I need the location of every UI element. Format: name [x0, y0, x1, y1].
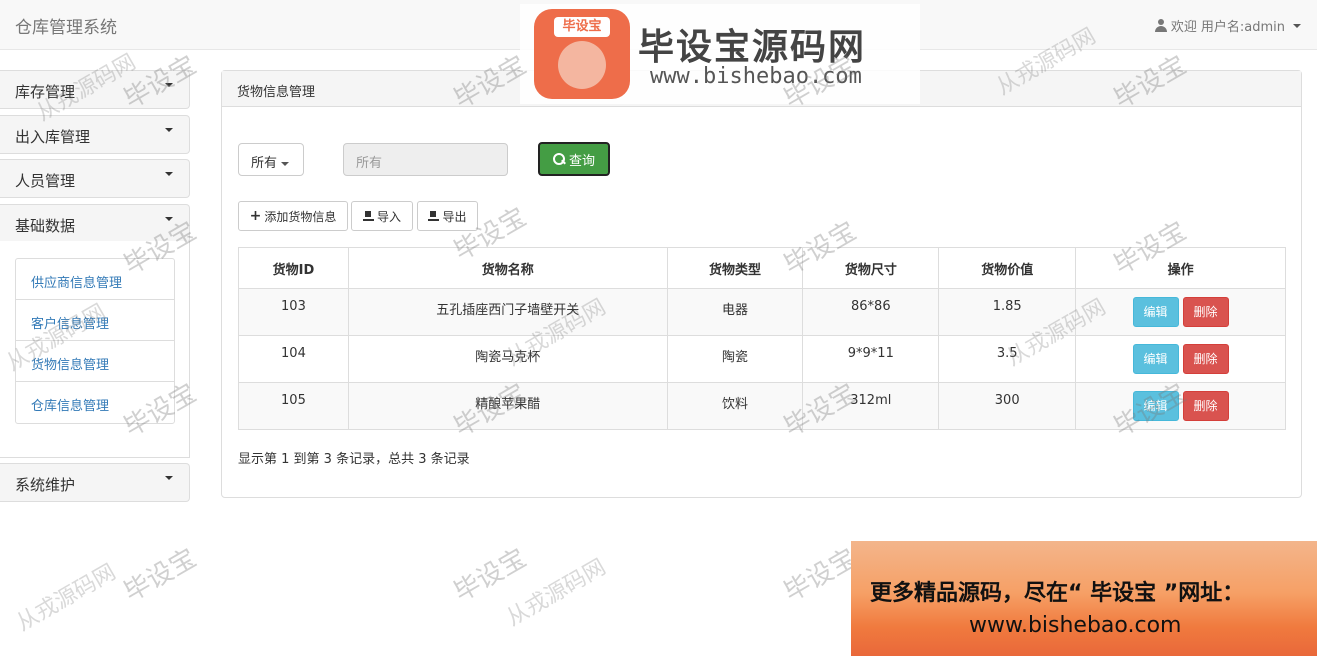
sidebar-submenu-panel: 供应商信息管理 客户信息管理 货物信息管理 仓库信息管理 [0, 241, 190, 458]
table-header-row: 货物ID 货物名称 货物类型 货物尺寸 货物价值 操作 [238, 247, 1286, 289]
cell-value: 3.5 [938, 335, 1077, 383]
sidebar-item-customer[interactable]: 客户信息管理 [16, 300, 174, 341]
cell-actions: 编辑 删除 [1075, 335, 1286, 383]
goods-panel: 货物信息管理 所有 所有 查询 + 添加货物信息 导入 导出 货物ID 货物名称… [221, 70, 1302, 498]
sidebar-group-basic-data[interactable]: 基础数据 [0, 204, 190, 243]
cell-name: 五孔插座西门子墙壁开关 [347, 288, 668, 336]
sidebar-item-supplier[interactable]: 供应商信息管理 [16, 259, 174, 300]
delete-button[interactable]: 删除 [1182, 297, 1229, 327]
sidebar-group-label: 系统维护 [15, 476, 76, 494]
chevron-down-icon [1293, 23, 1301, 28]
cell-id: 103 [238, 288, 349, 336]
sidebar-group-personnel[interactable]: 人员管理 [0, 159, 190, 198]
column-header-size[interactable]: 货物尺寸 [802, 247, 940, 289]
export-button[interactable]: 导出 [417, 201, 478, 231]
cell-value: 300 [938, 382, 1077, 430]
search-icon [552, 153, 565, 165]
cell-actions: 编辑 删除 [1075, 288, 1286, 336]
table-row: 104 陶瓷马克杯 陶瓷 9*9*11 3.5 编辑 删除 [238, 335, 1286, 383]
edit-button[interactable]: 编辑 [1132, 391, 1179, 421]
cell-size: 86*86 [802, 288, 940, 336]
watermark: 毕设宝 [448, 543, 532, 609]
plus-icon: + [249, 208, 262, 224]
cell-id: 104 [238, 335, 349, 383]
cell-type: 陶瓷 [666, 335, 804, 383]
sidebar-submenu-list: 供应商信息管理 客户信息管理 货物信息管理 仓库信息管理 [15, 258, 175, 424]
sidebar-group-system[interactable]: 系统维护 [0, 463, 190, 502]
sidebar-item-warehouse[interactable]: 仓库信息管理 [16, 382, 174, 423]
chevron-down-icon [165, 476, 173, 480]
table-row: 103 五孔插座西门子墙壁开关 电器 86*86 1.85 编辑 删除 [238, 288, 1286, 336]
watermark: 毕设宝 [778, 543, 862, 609]
cell-size: 9*9*11 [802, 335, 940, 383]
chevron-down-icon [281, 161, 290, 166]
cell-actions: 编辑 删除 [1075, 382, 1286, 430]
promo-url[interactable]: www.bishebao.com [969, 613, 1181, 638]
promo-banner: 更多精品源码，尽在“ 毕设宝 ”网址： www.bishebao.com [851, 541, 1317, 656]
chevron-down-icon [165, 83, 173, 87]
query-button[interactable]: 查询 [538, 142, 610, 176]
goods-table: 货物ID 货物名称 货物类型 货物尺寸 货物价值 操作 103 五孔插座西门子墙… [238, 247, 1286, 430]
user-icon [1154, 19, 1167, 32]
cell-id: 105 [238, 382, 349, 430]
sidebar-item-goods[interactable]: 货物信息管理 [16, 341, 174, 382]
cell-name: 精酿苹果醋 [347, 382, 668, 430]
add-goods-label: 添加货物信息 [264, 209, 337, 224]
user-menu[interactable]: 欢迎 用户名:admin [1154, 16, 1301, 35]
filter-dropdown-label: 所有 [251, 156, 278, 171]
add-goods-button[interactable]: + 添加货物信息 [238, 201, 348, 231]
watermark: 毕设宝 [118, 543, 202, 609]
watermark: 从戎源码网 [12, 559, 121, 637]
sidebar-group-inventory[interactable]: 库存管理 [0, 70, 190, 109]
column-header-id[interactable]: 货物ID [238, 247, 349, 289]
watermark: 从戎源码网 [502, 554, 611, 632]
delete-button[interactable]: 删除 [1182, 344, 1229, 374]
column-header-actions: 操作 [1075, 247, 1286, 289]
delete-button[interactable]: 删除 [1182, 391, 1229, 421]
search-input[interactable]: 所有 [343, 143, 508, 176]
edit-button[interactable]: 编辑 [1132, 344, 1179, 374]
promo-text: 更多精品源码，尽在“ 毕设宝 ”网址： [870, 581, 1245, 606]
sidebar-group-label: 库存管理 [15, 83, 76, 101]
cell-value: 1.85 [938, 288, 1077, 336]
table-row: 105 精酿苹果醋 饮料 312ml 300 编辑 删除 [238, 382, 1286, 430]
filter-dropdown[interactable]: 所有 [238, 143, 304, 176]
edit-button[interactable]: 编辑 [1132, 297, 1179, 327]
logo-url: www.bishebao.com [650, 64, 862, 89]
cell-type: 饮料 [666, 382, 804, 430]
import-label: 导入 [376, 209, 401, 224]
export-icon [428, 211, 440, 221]
app-title[interactable]: 仓库管理系统 [15, 13, 117, 38]
column-header-name[interactable]: 货物名称 [347, 247, 668, 289]
logo-title: 毕设宝源码网 [638, 27, 867, 68]
sidebar-group-label: 出入库管理 [15, 128, 91, 146]
cell-name: 陶瓷马克杯 [347, 335, 668, 383]
logo-seal-icon: 毕设宝 [534, 9, 630, 99]
sidebar-group-stock-io[interactable]: 出入库管理 [0, 115, 190, 154]
sidebar-group-label: 基础数据 [15, 217, 76, 235]
chevron-down-icon [165, 172, 173, 176]
chevron-down-icon [165, 128, 173, 132]
cell-type: 电器 [666, 288, 804, 336]
logo-badge: 毕设宝 [554, 17, 610, 37]
column-header-type[interactable]: 货物类型 [666, 247, 804, 289]
cell-size: 312ml [802, 382, 940, 430]
username-text: 用户名:admin [1200, 20, 1285, 35]
pagination-info: 显示第 1 到第 3 条记录，总共 3 条记录 [238, 452, 470, 467]
chevron-down-icon [165, 217, 173, 221]
welcome-text: 欢迎 [1170, 20, 1197, 35]
query-button-label: 查询 [568, 153, 595, 169]
column-header-value[interactable]: 货物价值 [938, 247, 1077, 289]
site-logo: 毕设宝 毕设宝源码网 www.bishebao.com [520, 4, 920, 104]
sidebar-group-label: 人员管理 [15, 172, 76, 190]
export-label: 导出 [442, 209, 467, 224]
import-icon [362, 211, 374, 221]
import-button[interactable]: 导入 [351, 201, 413, 231]
